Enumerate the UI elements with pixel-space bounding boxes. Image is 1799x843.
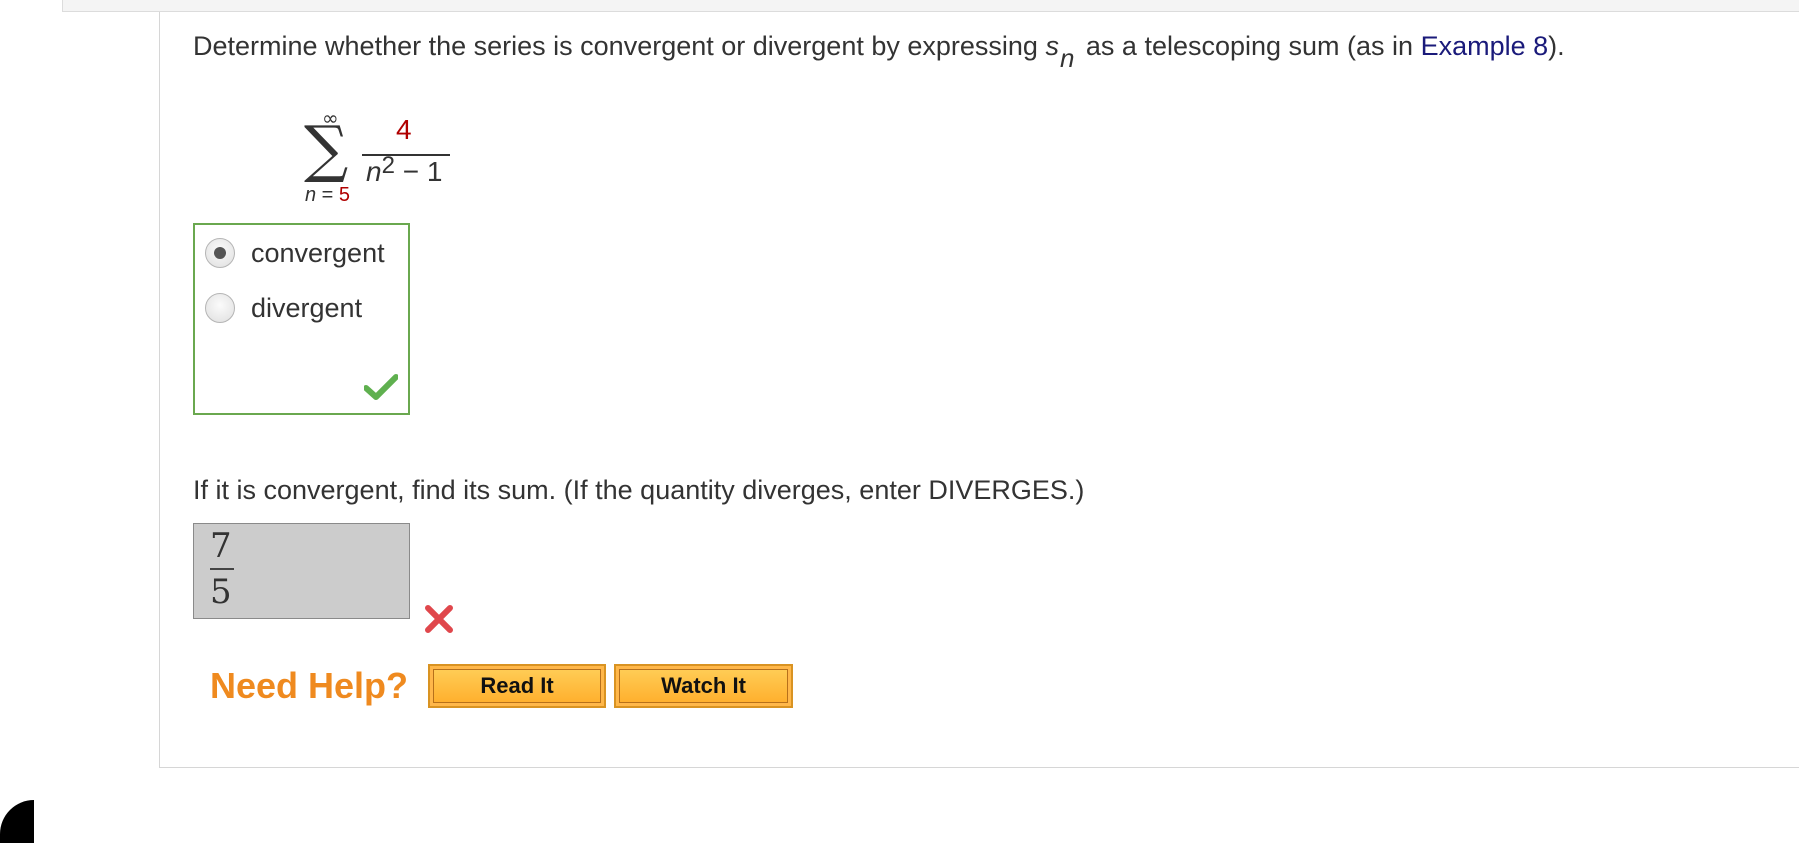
sum-prompt: If it is convergent, find its sum. (If t… [193, 475, 1085, 505]
s-variable: s [1045, 31, 1059, 61]
radio-label-convergent: convergent [251, 237, 385, 268]
sigma-symbol: ∑ [304, 112, 349, 185]
lower-var: n [305, 184, 317, 206]
answer-fraction-bar [210, 568, 234, 570]
device-corner [0, 800, 34, 843]
read-it-label: Read It [433, 669, 602, 703]
series-numerator: 4 [396, 114, 412, 145]
radio-button-convergent[interactable] [205, 238, 235, 268]
question-text: Determine whether the series is converge… [193, 28, 1565, 73]
radio-option-divergent[interactable]: divergent [205, 288, 362, 328]
radio-option-convergent[interactable]: convergent [205, 233, 385, 273]
lower-eq: = [316, 184, 339, 206]
help-row: Need Help? Read It Watch It [210, 662, 801, 710]
series-denominator: n2 − 1 [366, 152, 443, 188]
radio-label-divergent: divergent [251, 292, 363, 323]
incorrect-x-icon [425, 605, 453, 633]
correct-check-icon [364, 374, 398, 400]
question-suffix: ). [1548, 31, 1565, 61]
question-middle: as a telescoping sum (as in [1078, 31, 1421, 61]
den-var: n [366, 156, 382, 187]
series-sigma: ∞ ∑ n = 5 [290, 106, 370, 210]
top-strip [62, 0, 1799, 12]
sigma-lower-limit: n = 5 [305, 184, 350, 207]
radio-button-divergent[interactable] [205, 293, 235, 323]
convergence-choice-box: convergent divergent [193, 223, 410, 415]
read-it-button[interactable]: Read It [428, 664, 607, 708]
den-exponent: 2 [381, 152, 395, 179]
answer-numerator: 7 [210, 526, 232, 566]
need-help-label: Need Help? [210, 665, 409, 706]
example-8-link[interactable]: Example 8 [1421, 31, 1549, 61]
n-subscript: n [1059, 43, 1075, 73]
lower-value: 5 [338, 184, 351, 206]
den-rest: − 1 [394, 156, 443, 187]
watch-it-label: Watch It [619, 669, 789, 703]
answer-denominator: 5 [210, 572, 232, 612]
question-prefix: Determine whether the series is converge… [193, 31, 1046, 61]
watch-it-button[interactable]: Watch It [614, 664, 794, 708]
sum-answer-input[interactable]: 7 5 [193, 523, 410, 619]
